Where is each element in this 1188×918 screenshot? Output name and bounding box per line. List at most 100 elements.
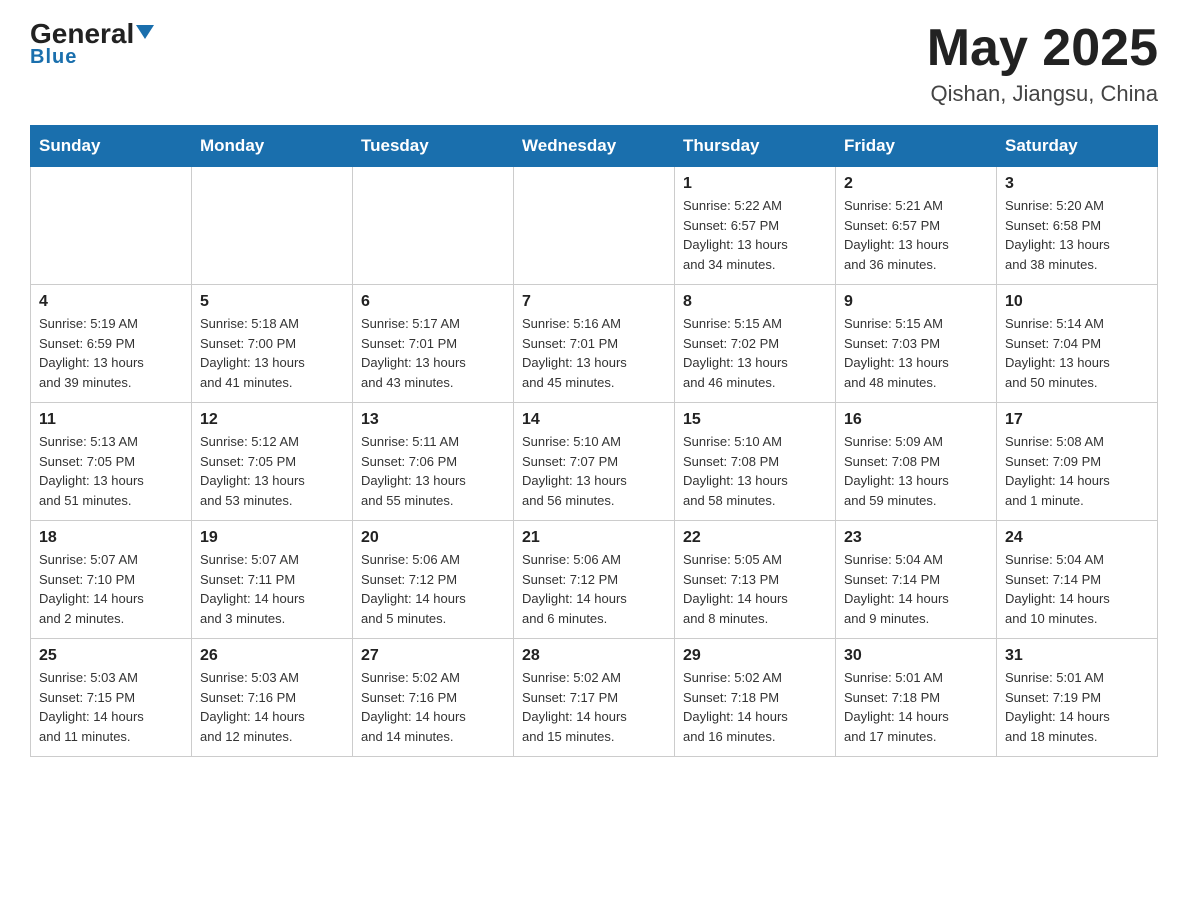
calendar-cell: 29Sunrise: 5:02 AM Sunset: 7:18 PM Dayli… (675, 639, 836, 757)
day-info: Sunrise: 5:01 AM Sunset: 7:18 PM Dayligh… (844, 668, 988, 746)
header-tuesday: Tuesday (353, 126, 514, 167)
calendar-cell: 21 Sunrise: 5:06 AM Sunset: 7:12 PM Dayli… (514, 521, 675, 639)
day-info: Sunrise: 5:02 AM Sunset: 7:17 PM Dayligh… (522, 668, 666, 746)
week-row-0: 1Sunrise: 5:22 AM Sunset: 6:57 PM Daylig… (31, 167, 1158, 285)
calendar-cell: 16 Sunrise: 5:09 AM Sunset: 7:08 PM Dayli… (836, 403, 997, 521)
title-area: May 2025 Qishan, Jiangsu, China (927, 20, 1158, 107)
calendar-cell: 25 Sunrise: 5:03 AM Sunset: 7:15 PM Dayli… (31, 639, 192, 757)
day-info: Sunrise: 5:03 AM Sunset: 7:15 PM Dayligh… (39, 668, 183, 746)
day-number: 27 (361, 647, 505, 665)
header-monday: Monday (192, 126, 353, 167)
calendar-cell: 4 Sunrise: 5:19 AM Sunset: 6:59 PM Daylig… (31, 285, 192, 403)
day-info: Sunrise: 5:07 AM Sunset: 7:10 PM Dayligh… (39, 550, 183, 628)
header-sunday: Sunday (31, 126, 192, 167)
calendar-cell: 26 Sunrise: 5:03 AM Sunset: 7:16 PM Dayli… (192, 639, 353, 757)
logo-blue: Blue (30, 46, 77, 69)
day-number: 9 (844, 293, 988, 311)
day-number: 4 (39, 293, 183, 311)
calendar-cell: 12 Sunrise: 5:12 AM Sunset: 7:05 PM Dayli… (192, 403, 353, 521)
day-info: Sunrise: 5:09 AM Sunset: 7:08 PM Dayligh… (844, 432, 988, 510)
day-number: 2 (844, 175, 988, 193)
month-title: May 2025 (927, 20, 1158, 77)
calendar-cell (353, 167, 514, 285)
day-info: Sunrise: 5:10 AM Sunset: 7:08 PM Dayligh… (683, 432, 827, 510)
day-number: 20 (361, 529, 505, 547)
day-info: Sunrise: 5:21 AM Sunset: 6:57 PM Dayligh… (844, 196, 988, 274)
day-number: 22 (683, 529, 827, 547)
day-number: 13 (361, 411, 505, 429)
day-info: Sunrise: 5:18 AM Sunset: 7:00 PM Dayligh… (200, 314, 344, 392)
day-number: 29 (683, 647, 827, 665)
calendar-cell: 13Sunrise: 5:11 AM Sunset: 7:06 PM Dayli… (353, 403, 514, 521)
day-info: Sunrise: 5:15 AM Sunset: 7:02 PM Dayligh… (683, 314, 827, 392)
day-number: 15 (683, 411, 827, 429)
day-info: Sunrise: 5:13 AM Sunset: 7:05 PM Dayligh… (39, 432, 183, 510)
calendar-cell: 28Sunrise: 5:02 AM Sunset: 7:17 PM Dayli… (514, 639, 675, 757)
day-number: 21 (522, 529, 666, 547)
calendar-cell: 30 Sunrise: 5:01 AM Sunset: 7:18 PM Dayli… (836, 639, 997, 757)
day-info: Sunrise: 5:01 AM Sunset: 7:19 PM Dayligh… (1005, 668, 1149, 746)
calendar-cell: 27 Sunrise: 5:02 AM Sunset: 7:16 PM Dayli… (353, 639, 514, 757)
week-row-4: 25 Sunrise: 5:03 AM Sunset: 7:15 PM Dayli… (31, 639, 1158, 757)
calendar-cell: 19Sunrise: 5:07 AM Sunset: 7:11 PM Dayli… (192, 521, 353, 639)
calendar-cell: 22 Sunrise: 5:05 AM Sunset: 7:13 PM Dayli… (675, 521, 836, 639)
day-info: Sunrise: 5:06 AM Sunset: 7:12 PM Dayligh… (361, 550, 505, 628)
calendar-cell: 2 Sunrise: 5:21 AM Sunset: 6:57 PM Daylig… (836, 167, 997, 285)
day-number: 14 (522, 411, 666, 429)
day-number: 23 (844, 529, 988, 547)
day-info: Sunrise: 5:05 AM Sunset: 7:13 PM Dayligh… (683, 550, 827, 628)
calendar-cell (192, 167, 353, 285)
calendar-cell: 14 Sunrise: 5:10 AM Sunset: 7:07 PM Dayli… (514, 403, 675, 521)
day-number: 30 (844, 647, 988, 665)
page-header: General Blue May 2025 Qishan, Jiangsu, C… (30, 20, 1158, 107)
day-info: Sunrise: 5:10 AM Sunset: 7:07 PM Dayligh… (522, 432, 666, 510)
calendar-cell: 23 Sunrise: 5:04 AM Sunset: 7:14 PM Dayli… (836, 521, 997, 639)
day-number: 7 (522, 293, 666, 311)
day-info: Sunrise: 5:20 AM Sunset: 6:58 PM Dayligh… (1005, 196, 1149, 274)
calendar-cell: 1Sunrise: 5:22 AM Sunset: 6:57 PM Daylig… (675, 167, 836, 285)
calendar-table: Sunday Monday Tuesday Wednesday Thursday… (30, 125, 1158, 757)
header-wednesday: Wednesday (514, 126, 675, 167)
calendar-header: Sunday Monday Tuesday Wednesday Thursday… (31, 126, 1158, 167)
calendar-cell: 11 Sunrise: 5:13 AM Sunset: 7:05 PM Dayli… (31, 403, 192, 521)
day-number: 11 (39, 411, 183, 429)
weekday-header-row: Sunday Monday Tuesday Wednesday Thursday… (31, 126, 1158, 167)
day-info: Sunrise: 5:14 AM Sunset: 7:04 PM Dayligh… (1005, 314, 1149, 392)
calendar-cell: 20 Sunrise: 5:06 AM Sunset: 7:12 PM Dayli… (353, 521, 514, 639)
day-info: Sunrise: 5:19 AM Sunset: 6:59 PM Dayligh… (39, 314, 183, 392)
day-number: 25 (39, 647, 183, 665)
day-info: Sunrise: 5:02 AM Sunset: 7:16 PM Dayligh… (361, 668, 505, 746)
day-number: 18 (39, 529, 183, 547)
header-thursday: Thursday (675, 126, 836, 167)
calendar-cell: 3Sunrise: 5:20 AM Sunset: 6:58 PM Daylig… (997, 167, 1158, 285)
calendar-cell: 31 Sunrise: 5:01 AM Sunset: 7:19 PM Dayli… (997, 639, 1158, 757)
calendar-cell: 24Sunrise: 5:04 AM Sunset: 7:14 PM Dayli… (997, 521, 1158, 639)
day-info: Sunrise: 5:03 AM Sunset: 7:16 PM Dayligh… (200, 668, 344, 746)
logo-text: General (30, 20, 154, 48)
day-info: Sunrise: 5:15 AM Sunset: 7:03 PM Dayligh… (844, 314, 988, 392)
calendar-cell (31, 167, 192, 285)
day-info: Sunrise: 5:04 AM Sunset: 7:14 PM Dayligh… (844, 550, 988, 628)
calendar-cell (514, 167, 675, 285)
day-number: 31 (1005, 647, 1149, 665)
week-row-2: 11 Sunrise: 5:13 AM Sunset: 7:05 PM Dayli… (31, 403, 1158, 521)
day-number: 26 (200, 647, 344, 665)
day-number: 5 (200, 293, 344, 311)
calendar-body: 1Sunrise: 5:22 AM Sunset: 6:57 PM Daylig… (31, 167, 1158, 757)
day-info: Sunrise: 5:12 AM Sunset: 7:05 PM Dayligh… (200, 432, 344, 510)
day-info: Sunrise: 5:17 AM Sunset: 7:01 PM Dayligh… (361, 314, 505, 392)
day-info: Sunrise: 5:08 AM Sunset: 7:09 PM Dayligh… (1005, 432, 1149, 510)
week-row-3: 18 Sunrise: 5:07 AM Sunset: 7:10 PM Dayli… (31, 521, 1158, 639)
day-info: Sunrise: 5:16 AM Sunset: 7:01 PM Dayligh… (522, 314, 666, 392)
calendar-cell: 18 Sunrise: 5:07 AM Sunset: 7:10 PM Dayli… (31, 521, 192, 639)
day-number: 16 (844, 411, 988, 429)
day-info: Sunrise: 5:07 AM Sunset: 7:11 PM Dayligh… (200, 550, 344, 628)
day-info: Sunrise: 5:22 AM Sunset: 6:57 PM Dayligh… (683, 196, 827, 274)
calendar-cell: 9 Sunrise: 5:15 AM Sunset: 7:03 PM Daylig… (836, 285, 997, 403)
calendar-cell: 6 Sunrise: 5:17 AM Sunset: 7:01 PM Daylig… (353, 285, 514, 403)
day-number: 6 (361, 293, 505, 311)
day-number: 12 (200, 411, 344, 429)
day-info: Sunrise: 5:06 AM Sunset: 7:12 PM Dayligh… (522, 550, 666, 628)
day-number: 10 (1005, 293, 1149, 311)
calendar-cell: 5 Sunrise: 5:18 AM Sunset: 7:00 PM Daylig… (192, 285, 353, 403)
